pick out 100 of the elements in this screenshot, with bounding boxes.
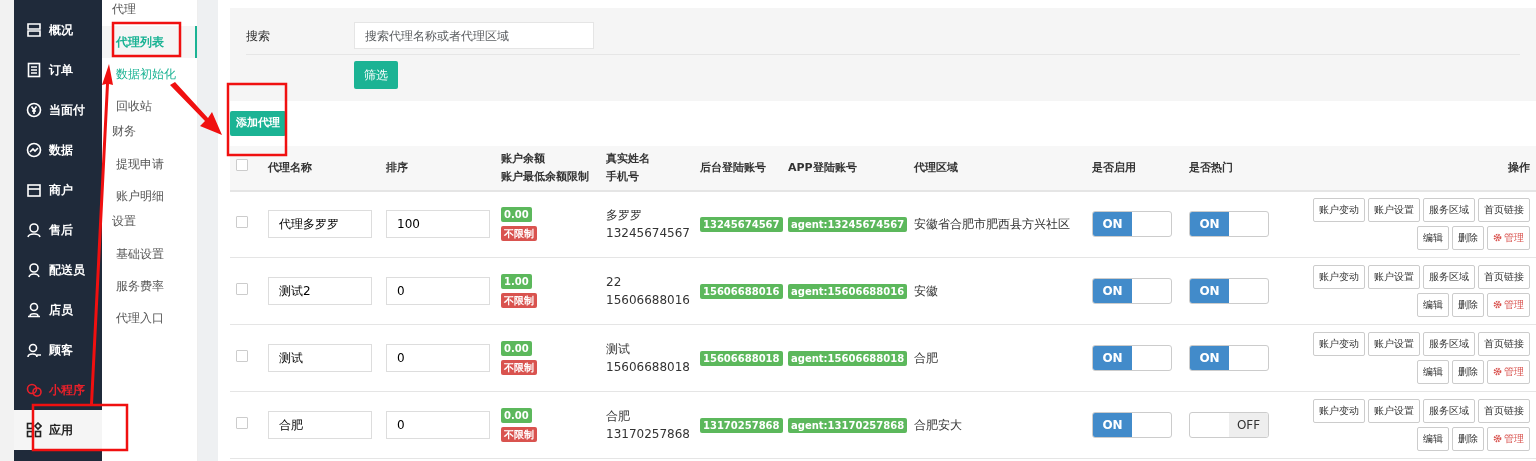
action-button[interactable]: 编辑 (1417, 360, 1449, 384)
sidebar-item[interactable]: 售后 (14, 210, 102, 250)
apps-icon (26, 422, 42, 438)
action-button[interactable]: 服务区域 (1423, 265, 1475, 289)
action-button[interactable]: 首页链接 (1478, 399, 1530, 423)
real-name: 22 (606, 274, 623, 291)
person-icon (26, 342, 42, 358)
toggle-switch[interactable]: ON (1092, 211, 1172, 238)
sort-field[interactable]: 100 (386, 210, 490, 239)
gear-icon (1493, 434, 1502, 443)
action-button[interactable]: 删除 (1452, 226, 1484, 251)
action-button[interactable]: 账户设置 (1368, 332, 1420, 356)
toggle-switch[interactable]: OFF (1189, 412, 1269, 438)
checkbox[interactable] (236, 417, 248, 429)
sort-field[interactable]: 0 (386, 411, 490, 439)
name-field[interactable]: 合肥 (268, 411, 372, 439)
sidebar-item[interactable]: 当面付 (14, 90, 102, 130)
sidebar-item[interactable]: 订单 (14, 50, 102, 90)
checkbox[interactable] (236, 216, 248, 229)
limit-tag: 不限制 (501, 293, 537, 308)
sort-field[interactable]: 0 (386, 277, 490, 305)
toggle-switch[interactable]: ON (1092, 412, 1172, 438)
action-button[interactable]: 账户变动 (1313, 198, 1365, 223)
phone-number: 13245674567 (606, 225, 688, 243)
action-button[interactable]: 账户变动 (1313, 265, 1365, 289)
action-button[interactable]: 首页链接 (1478, 198, 1530, 223)
column-header: 操作 (1507, 159, 1530, 176)
submenu-heading: 代理 (111, 1, 137, 18)
submenu-item[interactable]: 基础设置 (102, 238, 197, 270)
account-tag: agent:13170257868 (788, 418, 908, 433)
limit-tag: 不限制 (501, 427, 537, 442)
grid-icon (26, 22, 42, 38)
action-button[interactable]: 编辑 (1417, 226, 1449, 251)
person-icon (26, 302, 42, 318)
sidebar-item[interactable]: 数据 (14, 130, 102, 170)
limit-tag: 不限制 (501, 226, 537, 242)
action-button[interactable]: 首页链接 (1478, 265, 1530, 289)
submenu-heading: 财务 (111, 123, 137, 140)
submenu-heading: 设置 (111, 213, 137, 230)
balance-tag: 1.00 (501, 274, 532, 289)
toggle-switch[interactable]: ON (1092, 278, 1172, 304)
action-button[interactable]: 管理 (1487, 226, 1530, 251)
column-header: 代理名称 (268, 159, 313, 176)
phone-number: 15606688016 (606, 292, 688, 309)
name-field[interactable]: 测试 (268, 344, 372, 372)
annotation-box (111, 21, 182, 58)
sort-field[interactable]: 0 (386, 344, 490, 372)
sidebar-item[interactable]: 应用 (14, 410, 102, 450)
action-button[interactable]: 服务区域 (1423, 399, 1475, 423)
region-text: 合肥 (914, 351, 938, 365)
sidebar-item[interactable]: 店员 (14, 290, 102, 330)
toggle-switch[interactable]: ON (1189, 211, 1269, 238)
account-tag: 13245674567 (700, 217, 783, 233)
account-tag: 13170257868 (700, 418, 783, 433)
action-button[interactable]: 管理 (1487, 427, 1530, 451)
action-button[interactable]: 管理 (1487, 360, 1530, 384)
sidebar-item[interactable]: 商户 (14, 170, 102, 210)
name-field[interactable]: 测试2 (268, 277, 372, 305)
phone-number: 15606688018 (606, 359, 688, 376)
action-button[interactable]: 管理 (1487, 293, 1530, 317)
action-button[interactable]: 编辑 (1417, 427, 1449, 451)
action-button[interactable]: 首页链接 (1478, 332, 1530, 356)
submenu-item[interactable]: 服务费率 (102, 270, 197, 302)
checkbox[interactable] (236, 158, 248, 171)
limit-tag: 不限制 (501, 360, 537, 375)
toggle-switch[interactable]: ON (1189, 345, 1269, 371)
sidebar-item[interactable]: 顾客 (14, 330, 102, 370)
column-header: 后台登陆账号 (700, 159, 767, 176)
submenu-item[interactable]: 提现申请 (102, 148, 197, 180)
action-button[interactable]: 删除 (1452, 293, 1484, 317)
action-button[interactable]: 账户变动 (1313, 332, 1365, 356)
action-button[interactable]: 服务区域 (1423, 198, 1475, 223)
action-button[interactable]: 账户设置 (1368, 399, 1420, 423)
list-icon (26, 62, 42, 78)
yen-icon (26, 102, 42, 118)
name-field[interactable]: 代理多罗罗 (268, 210, 372, 239)
balance-tag: 0.00 (501, 207, 532, 223)
real-name: 合肥 (606, 408, 631, 425)
toggle-switch[interactable]: ON (1189, 278, 1269, 304)
balance-tag: 0.00 (501, 408, 532, 423)
checkbox[interactable] (236, 350, 248, 362)
action-button[interactable]: 账户设置 (1368, 198, 1420, 223)
account-tag: 15606688018 (700, 351, 783, 366)
search-label: 搜索 (246, 27, 271, 45)
action-button[interactable]: 服务区域 (1423, 332, 1475, 356)
real-name: 多罗罗 (606, 207, 643, 225)
action-button[interactable]: 删除 (1452, 360, 1484, 384)
sidebar-item[interactable]: 概况 (14, 10, 102, 50)
gear-icon (1493, 367, 1502, 376)
search-field[interactable]: 搜索代理名称或者代理区域 (354, 22, 594, 49)
action-button[interactable]: 账户设置 (1368, 265, 1420, 289)
checkbox[interactable] (236, 283, 248, 295)
action-button[interactable]: 账户变动 (1313, 399, 1365, 423)
sidebar-item[interactable]: 配送员 (14, 250, 102, 290)
submenu-item[interactable]: 回收站 (102, 90, 197, 122)
submenu-item[interactable]: 账户明细 (102, 180, 197, 212)
submenu-item[interactable]: 代理入口 (102, 302, 197, 334)
action-button[interactable]: 删除 (1452, 427, 1484, 451)
toggle-switch[interactable]: ON (1092, 345, 1172, 371)
action-button[interactable]: 编辑 (1417, 293, 1449, 317)
